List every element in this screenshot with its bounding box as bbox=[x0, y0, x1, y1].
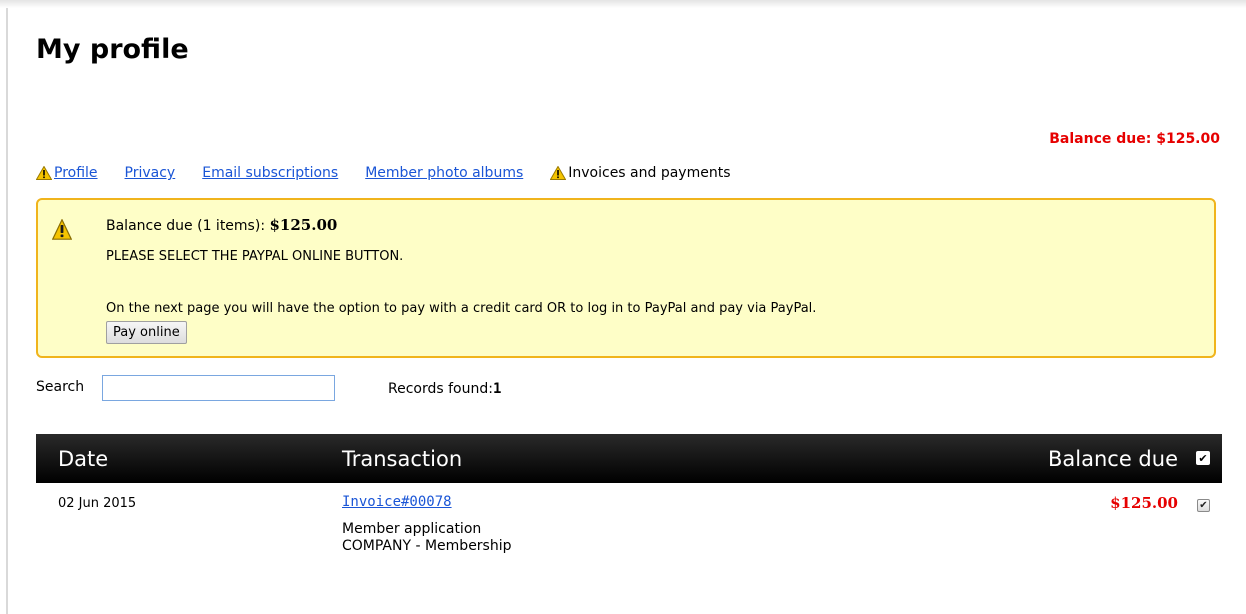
records-found-label: Records found: bbox=[388, 381, 493, 397]
left-divider bbox=[6, 8, 8, 614]
page-title: My profile bbox=[36, 34, 189, 65]
top-shadow bbox=[0, 0, 1246, 8]
search-input[interactable] bbox=[102, 375, 335, 401]
notice-instruction: PLEASE SELECT THE PAYPAL ONLINE BUTTON. bbox=[106, 249, 404, 264]
row-checkbox[interactable]: ✔ bbox=[1197, 499, 1210, 512]
warning-icon bbox=[36, 166, 52, 180]
tab-invoices-and-payments[interactable]: Invoices and payments bbox=[550, 165, 731, 181]
row-amount: $125.00 bbox=[1110, 494, 1178, 512]
records-found-count: 1 bbox=[492, 381, 502, 397]
table-row: 02 Jun 2015 Invoice#00078 Member applica… bbox=[36, 483, 1222, 583]
search-label: Search bbox=[36, 379, 85, 395]
column-header-balance-due[interactable]: Balance due bbox=[1048, 447, 1178, 471]
checkmark-icon: ✔ bbox=[1199, 499, 1208, 511]
checkmark-icon: ✔ bbox=[1198, 451, 1208, 465]
profile-tabs: Profile Privacy Email subscriptions Memb… bbox=[36, 165, 758, 181]
table-header: Date Transaction Balance due ✔ bbox=[36, 434, 1222, 483]
tab-member-photo-albums[interactable]: Member photo albums bbox=[365, 165, 523, 181]
tab-privacy-link[interactable]: Privacy bbox=[125, 165, 176, 181]
notice-balance-line: Balance due (1 items): $125.00 bbox=[106, 216, 337, 234]
tab-profile-link[interactable]: Profile bbox=[54, 165, 98, 181]
notice-detail: On the next page you will have the optio… bbox=[106, 301, 817, 316]
balance-notice: Balance due (1 items): $125.00 PLEASE SE… bbox=[36, 198, 1216, 358]
balance-due-summary: Balance due: $125.00 bbox=[1049, 131, 1220, 147]
tab-profile[interactable]: Profile bbox=[36, 165, 98, 181]
notice-balance-prefix: Balance due (1 items): bbox=[106, 218, 270, 234]
tab-privacy[interactable]: Privacy bbox=[125, 165, 176, 181]
tab-email-subscriptions-link[interactable]: Email subscriptions bbox=[202, 165, 338, 181]
column-header-date[interactable]: Date bbox=[58, 447, 108, 471]
row-description: Member application bbox=[342, 521, 482, 537]
invoice-link[interactable]: Invoice#00078 bbox=[342, 494, 452, 510]
notice-balance-amount: $125.00 bbox=[269, 216, 338, 234]
tab-member-photo-albums-link[interactable]: Member photo albums bbox=[365, 165, 523, 181]
tab-email-subscriptions[interactable]: Email subscriptions bbox=[202, 165, 338, 181]
pay-online-button[interactable]: Pay online bbox=[106, 321, 187, 344]
warning-icon bbox=[52, 219, 72, 240]
column-header-transaction[interactable]: Transaction bbox=[342, 447, 462, 471]
tab-invoices-and-payments-label: Invoices and payments bbox=[568, 165, 731, 181]
row-subtitle: COMPANY - Membership bbox=[342, 538, 512, 554]
records-found: Records found:1 bbox=[388, 381, 501, 397]
select-all-checkbox[interactable]: ✔ bbox=[1196, 451, 1210, 465]
row-date: 02 Jun 2015 bbox=[58, 496, 137, 511]
warning-icon bbox=[550, 166, 567, 180]
